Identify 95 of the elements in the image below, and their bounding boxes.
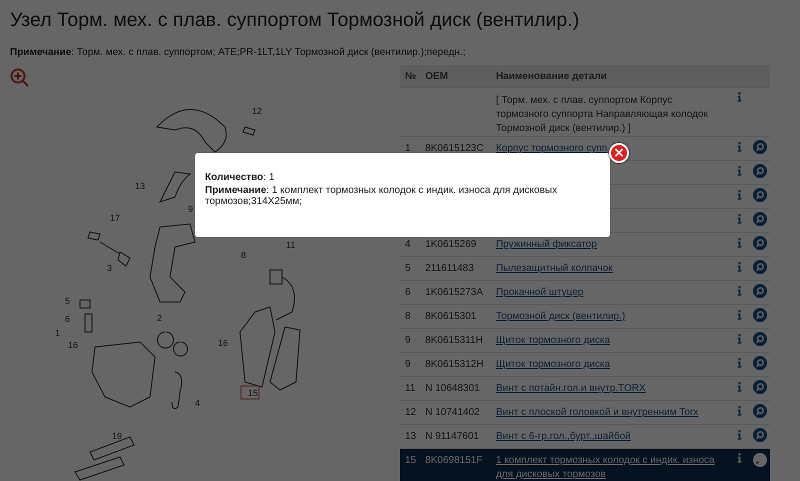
table-row[interactable]: [ Торм. мех. с плав. суппортом Корпус тормозного суппорта Направляющая колодок Тормозной диск (вентилир.) ] [400, 88, 770, 136]
part-link[interactable]: Пылезащитный колпачок [496, 263, 613, 274]
callout-number[interactable]: 6 [65, 314, 70, 324]
part-link[interactable]: Винт с плоской головкой и внутренним Torx [496, 407, 698, 418]
part-link[interactable]: Винт с 6-гр.гол.,бурт.,шайбой [496, 431, 631, 442]
row-number: 12 [405, 407, 416, 418]
row-number: 13 [405, 431, 416, 442]
info-icon[interactable] [737, 262, 742, 272]
search-icon[interactable] [752, 236, 767, 250]
row-number: 8 [405, 311, 411, 322]
table-row[interactable]: 5 211611483 Пылезащитный колпачок [400, 256, 770, 280]
row-number: 6 [405, 287, 411, 298]
part-link[interactable]: Тормозной диск (вентилир.) [496, 311, 626, 322]
row-number: 9 [405, 335, 411, 346]
oem-number: 8K0698151F [425, 455, 482, 466]
oem-number: 8K0615312H [425, 359, 484, 370]
callout-number[interactable]: 1 [55, 328, 60, 338]
callout-number[interactable]: 15 [240, 386, 260, 400]
info-icon[interactable] [737, 453, 742, 463]
info-icon[interactable] [737, 406, 742, 416]
search-icon[interactable] [752, 404, 767, 418]
row-number: 5 [405, 263, 411, 274]
table-row[interactable]: 11 N 10648301 Винт с потайн.гол.и внутр.TORX [400, 376, 770, 400]
info-icon[interactable] [737, 214, 742, 224]
column-header: Наименование детали [490, 65, 730, 88]
oem-number: 8K0615311H [425, 335, 483, 346]
callout-number[interactable]: 2 [157, 313, 162, 323]
dialog-text: Примечание: 1 комплект тормозных колодок с индик. износа для дисковых тормозов;314X25мм; [205, 185, 558, 207]
info-icon[interactable] [737, 334, 742, 344]
callout-number[interactable]: 16 [218, 338, 228, 348]
column-header: № [400, 65, 420, 88]
row-number: 1 [405, 143, 411, 154]
search-icon[interactable] [752, 428, 767, 442]
note-text: Примечание: Торм. мех. с плав. суппортом; ATE;PR-1LT,1LY Тормозной диск (вентилир.);передн.; [10, 46, 466, 60]
table-row[interactable]: 9 8K0615311H Щиток тормозного диска [400, 328, 770, 352]
info-icon[interactable] [737, 286, 742, 296]
info-icon[interactable] [737, 430, 742, 440]
oem-number: 8K0615301 [425, 311, 476, 322]
callout-number[interactable]: 13 [135, 181, 146, 191]
search-icon[interactable] [752, 453, 767, 467]
oem-number: 1K0615273A [425, 287, 484, 298]
callout-number[interactable]: 16 [68, 340, 78, 350]
zoom-in-icon[interactable] [10, 68, 30, 88]
callout-number[interactable]: 8 [241, 250, 246, 260]
callout-number[interactable]: 12 [252, 106, 262, 116]
part-link[interactable]: Прокачной штуцер [496, 287, 584, 298]
dialog-text: Количество: 1 [205, 172, 274, 183]
row-number: 9 [405, 359, 411, 370]
callout-number[interactable]: 11 [286, 240, 296, 250]
info-icon[interactable] [737, 310, 742, 320]
page-title: Узел Торм. мех. с плав. суппортом Тормозной диск (вентилир.) [10, 8, 580, 33]
oem-number: N 10741402 [425, 407, 480, 418]
table-row[interactable]: 8 8K0615301 Тормозной диск (вентилир.) [400, 304, 770, 328]
search-icon[interactable] [752, 332, 767, 346]
info-icon[interactable] [737, 92, 742, 102]
part-link[interactable]: Корпус тормозного супп [496, 143, 608, 154]
callout-number[interactable]: 9 [188, 204, 194, 214]
search-icon[interactable] [752, 164, 767, 178]
oem-number: 1K0615269 [425, 239, 476, 250]
part-link[interactable]: Винт с потайн.гол.и внутр.TORX [496, 383, 646, 394]
part-link[interactable]: Пружинный фиксатор [496, 239, 597, 250]
group-description: [ Торм. мех. с плав. суппортом Корпус тормозного суппорта Направляющая колодок Тормозной диск (вентилир.) ] [496, 95, 708, 134]
info-icon[interactable] [737, 190, 742, 200]
row-number: 15 [405, 455, 416, 466]
info-icon[interactable] [737, 382, 742, 392]
close-button[interactable]: × [609, 143, 629, 163]
row-number: 11 [405, 383, 416, 394]
search-icon[interactable] [752, 284, 767, 298]
search-icon[interactable] [752, 212, 767, 226]
oem-number: 8K0615123C [425, 143, 484, 154]
info-icon[interactable] [737, 166, 742, 176]
column-header: OEM [420, 65, 491, 88]
table-row[interactable]: 12 N 10741402 Винт с плоской головкой и внутренним Torx [400, 400, 770, 424]
search-icon[interactable] [752, 188, 767, 202]
part-link[interactable]: Щиток тормозного диска [496, 359, 610, 370]
info-icon[interactable] [737, 358, 742, 368]
callout-number[interactable]: 19 [112, 431, 122, 441]
oem-number: 211611483 [425, 263, 474, 274]
search-icon[interactable] [752, 380, 767, 394]
oem-number: N 10648301 [425, 383, 480, 394]
row-number: 4 [405, 239, 411, 250]
table-row[interactable]: 9 8K0615312H Щиток тормозного диска [400, 352, 770, 376]
search-icon[interactable] [752, 308, 767, 322]
info-icon[interactable] [737, 142, 742, 152]
info-icon[interactable] [737, 238, 742, 248]
search-icon[interactable] [752, 140, 767, 154]
callout-number[interactable]: 4 [195, 398, 200, 408]
callout-number[interactable]: 5 [65, 296, 70, 306]
callout-number[interactable]: 17 [110, 213, 120, 223]
part-link[interactable]: Щиток тормозного диска [496, 335, 610, 346]
oem-number: N 91147601 [425, 431, 479, 442]
search-icon[interactable] [752, 260, 767, 274]
table-row[interactable]: 6 1K0615273A Прокачной штуцер [400, 280, 770, 304]
search-icon[interactable] [752, 356, 767, 370]
callout-number[interactable]: 3 [107, 263, 112, 273]
